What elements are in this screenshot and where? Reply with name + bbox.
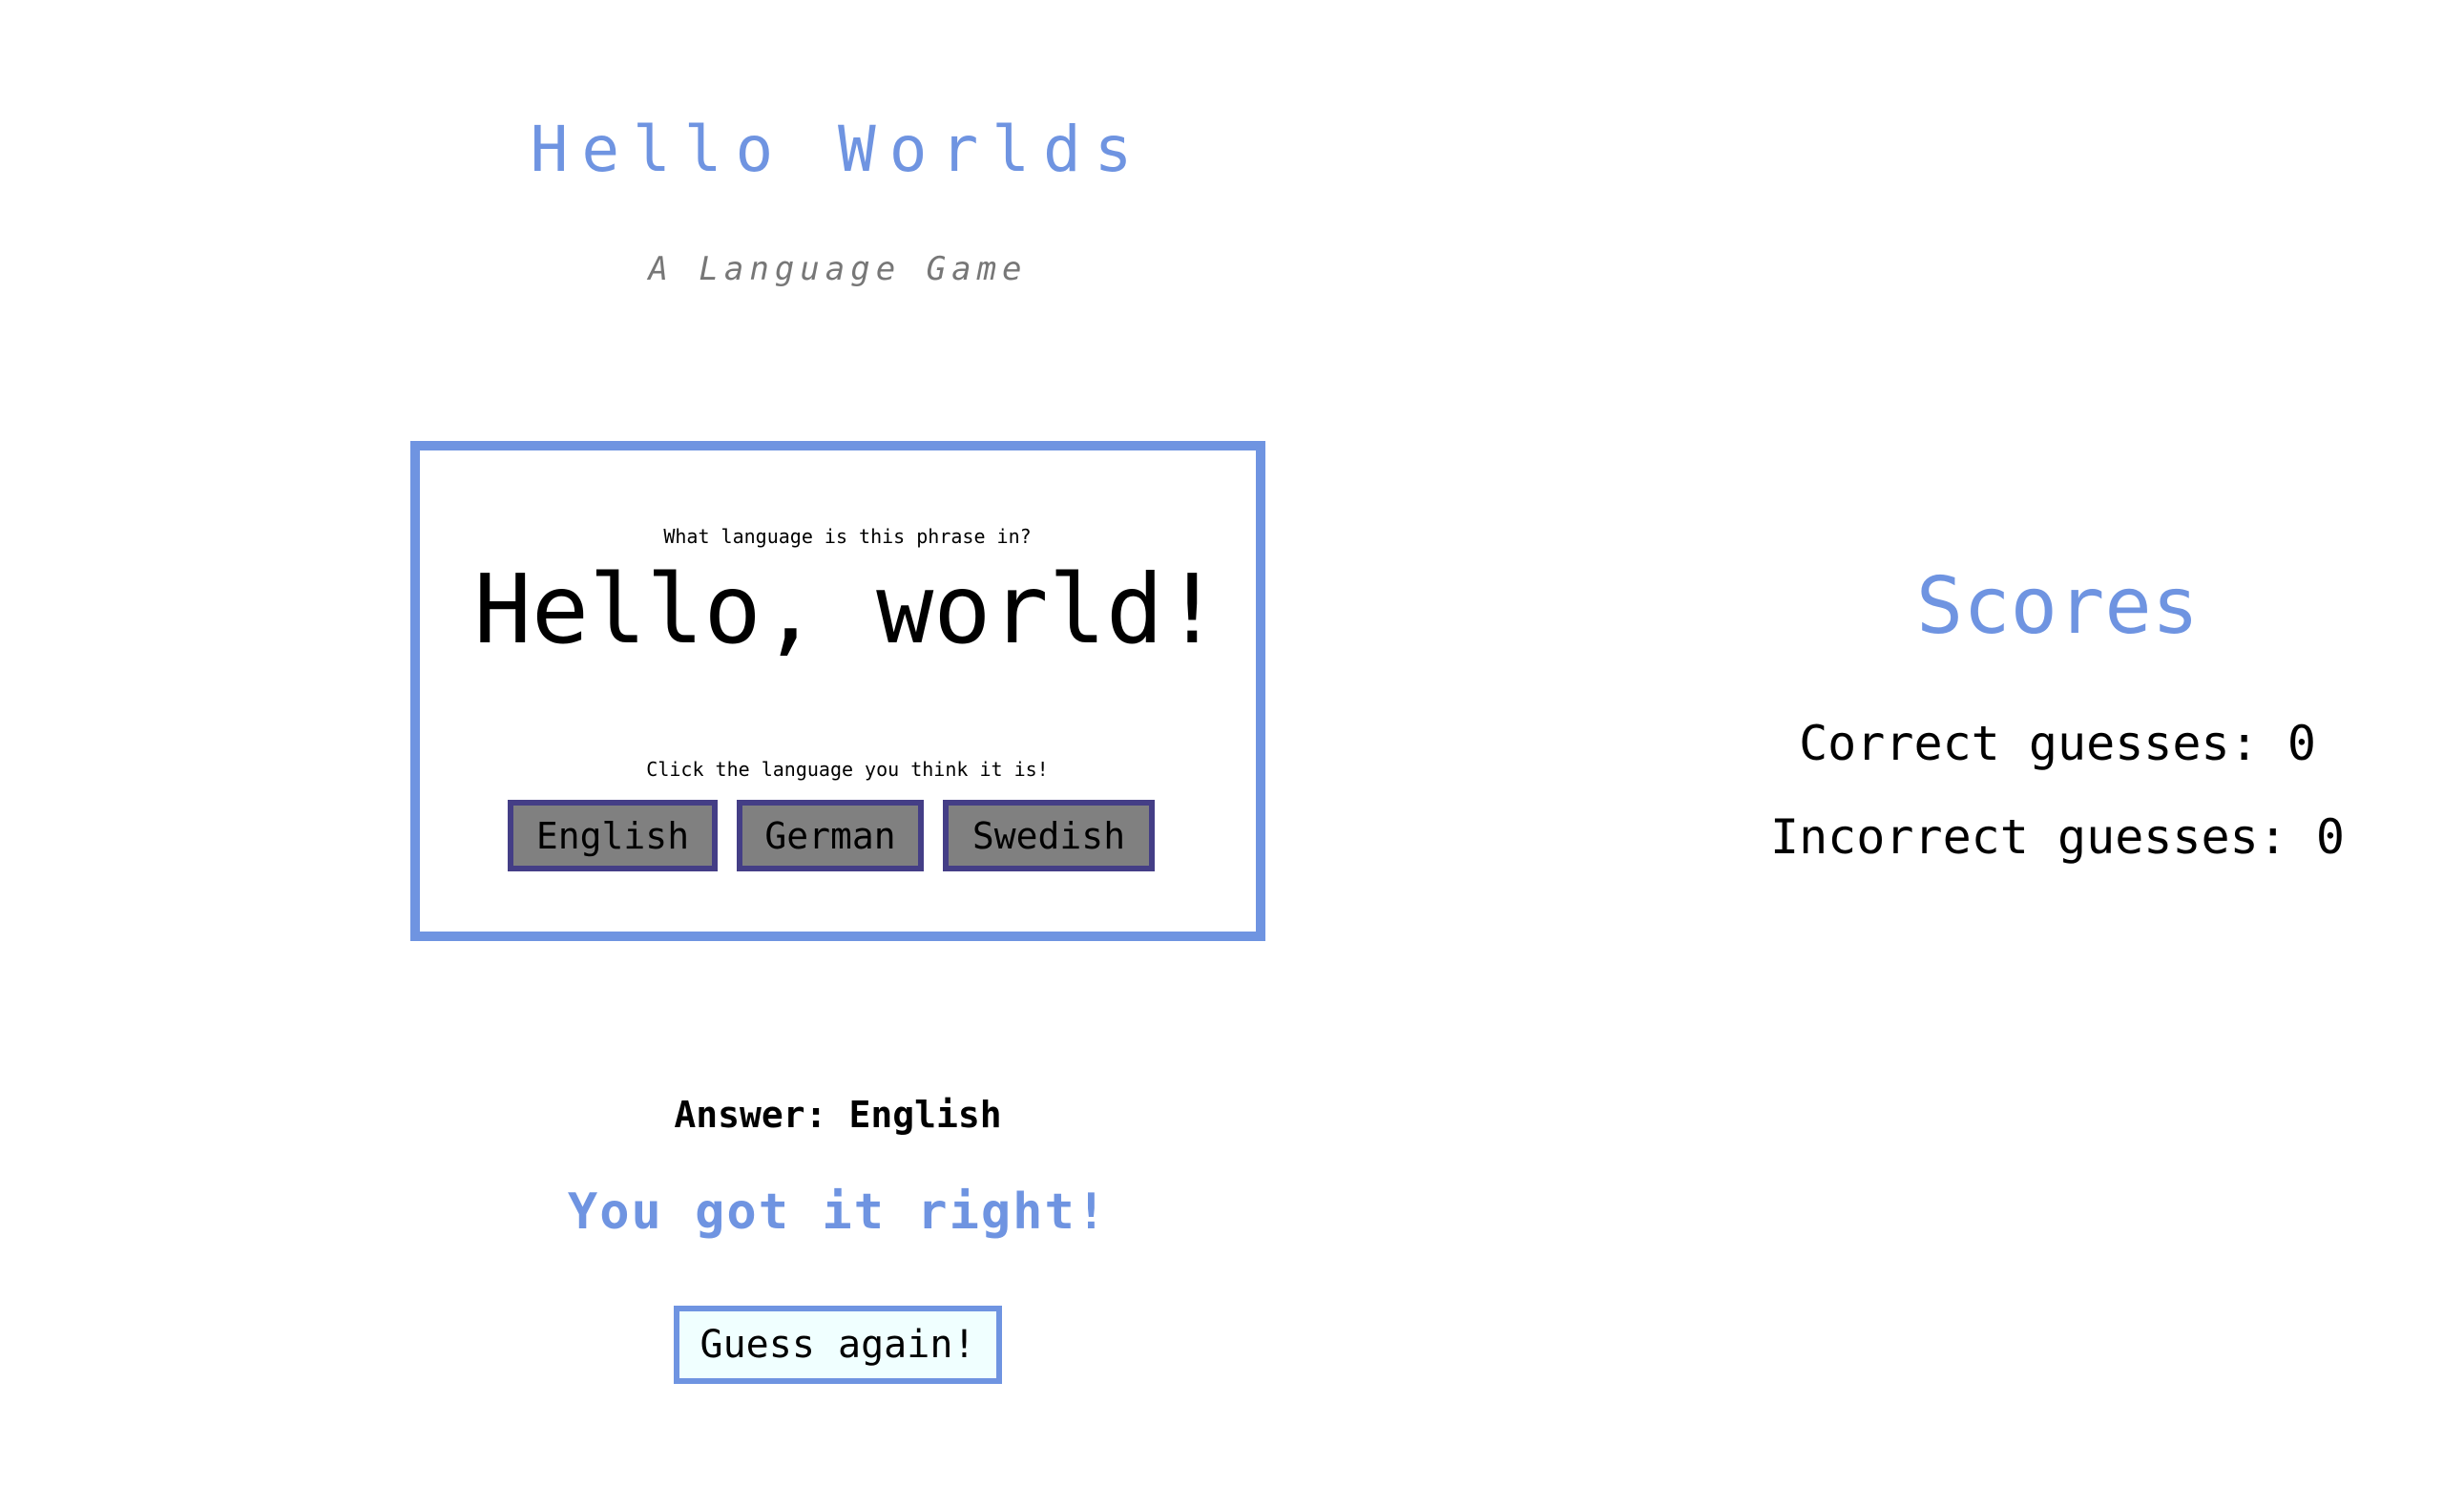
- incorrect-guesses: Incorrect guesses: 0: [1769, 809, 2346, 865]
- instruction-text: Click the language you think it is!: [646, 758, 1049, 781]
- result-message: You got it right!: [567, 1183, 1109, 1241]
- choice-german-button[interactable]: German: [737, 800, 924, 871]
- page-subtitle: A Language Game: [648, 250, 1028, 288]
- scores-heading: Scores: [1915, 561, 2200, 652]
- phrase-text: Hello, world!: [473, 554, 1222, 665]
- choice-english-button[interactable]: English: [508, 800, 718, 871]
- choice-swedish-button[interactable]: Swedish: [943, 800, 1155, 871]
- guess-again-button[interactable]: Guess again!: [674, 1306, 1002, 1384]
- correct-guesses: Correct guesses: 0: [1799, 716, 2316, 771]
- question-prompt: What language is this phrase in?: [663, 525, 1032, 548]
- game-card: What language is this phrase in? Hello, …: [410, 441, 1265, 941]
- page-title: Hello Worlds: [530, 113, 1146, 186]
- answer-text: Answer: English: [674, 1094, 1002, 1136]
- language-choices: English German Swedish: [508, 800, 1155, 871]
